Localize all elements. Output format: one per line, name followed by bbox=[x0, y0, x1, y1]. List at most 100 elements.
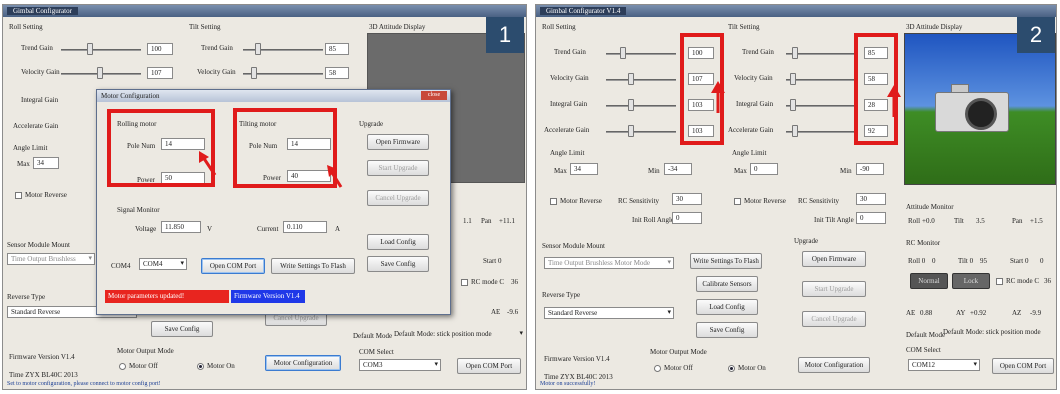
arrow-icon-roll bbox=[199, 151, 217, 176]
dialog-open-com-port-button[interactable]: Open COM Port bbox=[201, 258, 265, 274]
motor-off-radio[interactable] bbox=[119, 363, 126, 370]
roll-trend-slider-thumb[interactable] bbox=[620, 47, 626, 59]
window-title: Gimbal Configurator bbox=[7, 7, 78, 15]
roll-trend-slider[interactable] bbox=[61, 49, 141, 51]
upgrade-label: Upgrade bbox=[794, 237, 819, 245]
tilt-motor-reverse-checkbox[interactable] bbox=[734, 198, 741, 205]
open-com-port-button[interactable]: Open COM Port bbox=[457, 358, 521, 374]
lock-mode-button[interactable]: Lock bbox=[952, 273, 990, 289]
com-select[interactable]: COM3 bbox=[359, 359, 441, 371]
sensor-mount-select[interactable]: Time Output Brushless bbox=[7, 253, 95, 265]
roll-max-value[interactable]: 34 bbox=[570, 163, 598, 175]
motor-reverse-checkbox[interactable] bbox=[15, 192, 22, 199]
init-roll-angle-value[interactable]: 0 bbox=[672, 212, 702, 224]
pan-label: Pan bbox=[481, 217, 492, 225]
pan-value: +11.1 bbox=[499, 217, 515, 225]
motor-off-radio[interactable] bbox=[654, 365, 661, 372]
start-upgrade-button[interactable]: Start Upgrade bbox=[802, 281, 866, 297]
roll-trend-slider[interactable] bbox=[606, 53, 676, 55]
tilt-rc-sensitivity-value[interactable]: 30 bbox=[856, 193, 886, 205]
dialog-save-config-button[interactable]: Save Config bbox=[367, 256, 429, 272]
step-badge-1: 1 bbox=[486, 17, 524, 53]
tilt-max-value[interactable]: 0 bbox=[750, 163, 778, 175]
tilt-velocity-value[interactable]: 58 bbox=[325, 67, 349, 79]
tilt-min-value[interactable]: -90 bbox=[856, 163, 884, 175]
rc-mode-checkbox[interactable] bbox=[461, 279, 468, 286]
cancel-upgrade-button[interactable]: Cancel Upgrade bbox=[802, 311, 866, 327]
tilt-trend-slider-thumb[interactable] bbox=[255, 43, 261, 55]
tilt-rc-sensitivity-label: RC Sensitivity bbox=[798, 197, 840, 205]
close-icon[interactable]: close bbox=[421, 91, 447, 100]
calibrate-sensors-button[interactable]: Calibrate Sensors bbox=[696, 276, 758, 292]
roll-min-value[interactable]: -34 bbox=[664, 163, 692, 175]
tilt-trend-gain-label: Trend Gain bbox=[201, 44, 233, 52]
attitude-3d-view bbox=[904, 33, 1056, 185]
firmware-version-label: Firmware Version V1.4 bbox=[544, 355, 610, 363]
open-firmware-button[interactable]: Open Firmware bbox=[367, 134, 429, 150]
camera-top-icon bbox=[951, 84, 969, 93]
normal-mode-button[interactable]: Normal bbox=[910, 273, 948, 289]
roll-accel-gain-label: Accelerate Gain bbox=[13, 122, 59, 130]
motor-reverse-label: Motor Reverse bbox=[25, 191, 67, 199]
roll-integral-slider-thumb[interactable] bbox=[628, 99, 634, 111]
roll-accel-gain-label: Accelerate Gain bbox=[544, 126, 590, 134]
ay-value: +0.92 bbox=[970, 309, 987, 317]
tilt-max-label: Max bbox=[734, 167, 747, 175]
open-com-port-button[interactable]: Open COM Port bbox=[992, 358, 1054, 374]
dialog-com-select[interactable]: COM4 bbox=[139, 258, 187, 270]
roll-velocity-value[interactable]: 107 bbox=[147, 67, 173, 79]
tilt-velocity-slider-thumb[interactable] bbox=[251, 67, 257, 79]
start-upgrade-button[interactable]: Start Upgrade bbox=[367, 160, 429, 176]
motor-configuration-button[interactable]: Motor Configuration bbox=[798, 357, 870, 373]
rc-mode-checkbox[interactable] bbox=[996, 278, 1003, 285]
default-mode-select[interactable]: Default Mode: stick position mode bbox=[940, 327, 1056, 339]
write-settings-to-flash-button[interactable]: Write Settings To Flash bbox=[690, 253, 762, 269]
tilt-velocity-slider-thumb[interactable] bbox=[790, 73, 796, 85]
motor-configuration-button[interactable]: Motor Configuration bbox=[265, 355, 341, 371]
dialog-title: Motor Configuration bbox=[101, 92, 160, 100]
save-config-button[interactable]: Save Config bbox=[696, 322, 758, 338]
default-mode-select[interactable]: Default Mode: stick position mode bbox=[391, 329, 525, 341]
tilt-integral-slider[interactable] bbox=[786, 105, 858, 107]
load-config-button[interactable]: Load Config bbox=[367, 234, 429, 250]
cancel-upgrade-button[interactable]: Cancel Upgrade bbox=[367, 190, 429, 206]
roll-velocity-slider-thumb[interactable] bbox=[97, 67, 103, 79]
open-firmware-button[interactable]: Open Firmware bbox=[802, 251, 866, 267]
reverse-type-select[interactable]: Standard Reverse bbox=[544, 307, 674, 319]
roll-rc-sensitivity-label: RC Sensitivity bbox=[618, 197, 660, 205]
tilt-velocity-slider[interactable] bbox=[786, 79, 858, 81]
default-mode-label: Default Mode bbox=[353, 332, 393, 340]
roll-trend-slider-thumb[interactable] bbox=[87, 43, 93, 55]
dialog-title-bar: Motor Configuration close bbox=[97, 90, 450, 102]
angle-limit-label: Angle Limit bbox=[13, 144, 48, 152]
tilt-trend-gain-label: Trend Gain bbox=[742, 48, 774, 56]
sensor-mount-select[interactable]: Time Output Brushless Motor Mode bbox=[544, 257, 674, 269]
roll-trend-value[interactable]: 100 bbox=[147, 43, 173, 55]
ae-label: AE bbox=[906, 309, 916, 317]
tilt-integral-slider-thumb[interactable] bbox=[790, 99, 796, 111]
roll-accel-slider[interactable] bbox=[606, 131, 676, 133]
motor-on-radio[interactable] bbox=[197, 363, 204, 370]
max-value[interactable]: 34 bbox=[33, 157, 59, 169]
tilt-velocity-gain-label: Velocity Gain bbox=[734, 74, 773, 82]
write-settings-to-flash-button[interactable]: Write Settings To Flash bbox=[271, 258, 355, 274]
roll-integral-slider[interactable] bbox=[606, 105, 676, 107]
init-tilt-angle-value[interactable]: 0 bbox=[856, 212, 886, 224]
roll-rc-sensitivity-value[interactable]: 30 bbox=[672, 193, 702, 205]
save-config-button[interactable]: Save Config bbox=[151, 321, 213, 337]
roll-accel-slider-thumb[interactable] bbox=[628, 125, 634, 137]
tilt-accel-slider-thumb[interactable] bbox=[792, 125, 798, 137]
reverse-type-label: Reverse Type bbox=[7, 293, 46, 301]
att-roll-value: +0.0 bbox=[922, 217, 935, 225]
tilt-trend-value[interactable]: 85 bbox=[325, 43, 349, 55]
roll-velocity-slider-thumb[interactable] bbox=[628, 73, 634, 85]
motor-on-radio[interactable] bbox=[728, 365, 735, 372]
roll-velocity-slider[interactable] bbox=[606, 79, 676, 81]
title-bar: Gimbal Configurator V1.4 bbox=[536, 5, 1056, 17]
load-config-button[interactable]: Load Config bbox=[696, 299, 758, 315]
motor-off-label: Motor Off bbox=[664, 364, 693, 372]
com-select[interactable]: COM12 bbox=[908, 359, 980, 371]
tilt-trend-slider-thumb[interactable] bbox=[792, 47, 798, 59]
rc-tilt-label: Tilt 0 bbox=[958, 257, 974, 265]
roll-motor-reverse-checkbox[interactable] bbox=[550, 198, 557, 205]
